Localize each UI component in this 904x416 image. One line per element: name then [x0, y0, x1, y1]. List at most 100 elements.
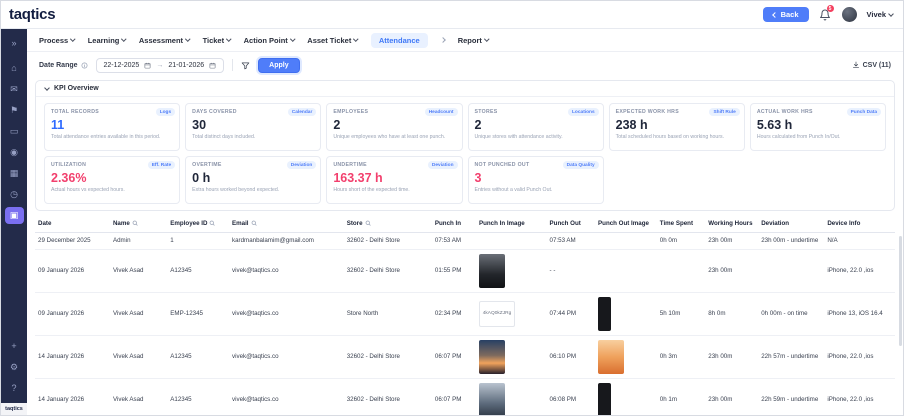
sidebar-add-icon[interactable]: +: [5, 338, 24, 355]
cell-working-hours: 23h 00m: [705, 336, 758, 379]
sidebar-expand-icon[interactable]: »: [5, 35, 24, 52]
sidebar-item-messages[interactable]: ✉: [5, 81, 24, 98]
search-icon[interactable]: [132, 220, 138, 226]
export-csv-button[interactable]: CSV (11): [852, 61, 891, 69]
kpi-grid: TOTAL RECORDS Logs 11 Total attendance e…: [36, 97, 894, 210]
col-header-punch-out: Punch Out: [547, 215, 596, 233]
cell-employee-id: 1: [167, 233, 229, 250]
chevron-down-icon: [484, 37, 489, 42]
nav-item-learning[interactable]: Learning: [88, 36, 126, 45]
kpi-value: 11: [51, 118, 173, 132]
divider: [232, 59, 233, 71]
date-range-label: Date Range: [39, 62, 88, 69]
apply-button[interactable]: Apply: [258, 58, 299, 73]
cell-time-spent: 0h 0m: [657, 233, 706, 250]
kpi-card-utilization: UTILIZATION Eff. Rate 2.36% Actual hours…: [44, 156, 180, 204]
cell-device-info: iPhone, 22.0 ,ios: [824, 336, 895, 379]
user-menu[interactable]: Vivek: [867, 10, 893, 19]
punch-out-photo[interactable]: [598, 383, 611, 415]
sidebar-item-attendance[interactable]: ▣: [5, 207, 24, 224]
sidebar-item-history[interactable]: ◷: [5, 186, 24, 203]
cell-name: Admin: [110, 233, 167, 250]
cell-working-hours: 23h 00m: [705, 379, 758, 415]
date-to-input[interactable]: 21-01-2026: [168, 62, 204, 69]
col-header-email: Email: [229, 215, 344, 233]
punch-out-photo[interactable]: [598, 340, 624, 374]
kpi-overview-toggle[interactable]: KPI Overview: [36, 81, 894, 97]
cell-store: 32602 - Delhi Store: [344, 233, 432, 250]
nav-item-process[interactable]: Process: [39, 36, 75, 45]
kpi-badge: Locations: [568, 108, 599, 116]
attendance-table: Date Name Employee ID Email Store Punch …: [27, 215, 903, 415]
sidebar-item-home[interactable]: ⌂: [5, 60, 24, 77]
notification-bell-icon[interactable]: 5: [819, 8, 832, 21]
punch-in-photo[interactable]: [479, 383, 505, 415]
cell-deviation: [758, 250, 824, 293]
cell-punch-in: 07:53 AM: [432, 233, 476, 250]
sidebar-brand: taqtics: [1, 403, 27, 415]
table-row: 14 January 2026 Vivek Asad A12345 vivek@…: [35, 379, 895, 415]
nav-item-ticket[interactable]: Ticket: [203, 36, 231, 45]
cell-store: Store North: [344, 293, 432, 336]
cell-store: 32602 - Delhi Store: [344, 336, 432, 379]
back-button[interactable]: Back: [763, 7, 809, 22]
cell-working-hours: 23h 00m: [705, 250, 758, 293]
notification-badge: 5: [827, 5, 834, 12]
col-header-name: Name: [110, 215, 167, 233]
punch-out-photo[interactable]: [598, 297, 611, 331]
col-header-store: Store: [344, 215, 432, 233]
nav-item-asset-ticket[interactable]: Asset Ticket: [307, 36, 358, 45]
cell-deviation: 22h 57m - undertime: [758, 336, 824, 379]
cell-date: 14 January 2026: [35, 379, 110, 415]
kpi-value: 30: [192, 118, 314, 132]
kpi-card-total-records: TOTAL RECORDS Logs 11 Total attendance e…: [44, 103, 180, 151]
punch-in-photo[interactable]: [479, 254, 505, 288]
search-icon[interactable]: [209, 220, 215, 226]
chevron-down-icon: [226, 37, 231, 42]
sidebar-help-icon[interactable]: ?: [5, 380, 24, 397]
main-content: Process Learning Assessment Ticket Actio…: [27, 29, 903, 415]
filter-funnel-icon[interactable]: [241, 61, 250, 70]
broken-image-label: 4kAQ0kZJRg: [482, 310, 513, 318]
kpi-value: 2: [475, 118, 597, 132]
kpi-card-undertime: UNDERTIME Deviation 163.37 h Hours short…: [326, 156, 462, 204]
cell-punch-out-image: [595, 336, 657, 379]
nav-item-action-point[interactable]: Action Point: [244, 36, 295, 45]
table-row: 09 January 2026 Vivek Asad EMP-12345 viv…: [35, 293, 895, 336]
sidebar-item-monitor[interactable]: ▭: [5, 123, 24, 140]
sidebar-item-apps[interactable]: ▦: [5, 165, 24, 182]
sidebar-item-camera[interactable]: ◉: [5, 144, 24, 161]
sidebar-settings-icon[interactable]: ⚙: [5, 359, 24, 376]
nav-item-report[interactable]: Report: [458, 36, 489, 45]
vertical-scrollbar[interactable]: [899, 236, 902, 346]
nav-item-assessment[interactable]: Assessment: [139, 36, 190, 45]
kpi-badge: Eff. Rate: [148, 161, 175, 169]
cell-date: 14 January 2026: [35, 336, 110, 379]
nav-item-attendance[interactable]: Attendance: [371, 33, 428, 48]
cell-punch-in-image: 4kAQ0kZJRg: [476, 293, 547, 336]
kpi-badge: Deviation: [428, 161, 458, 169]
cell-time-spent: 0h 3m: [657, 336, 706, 379]
search-icon[interactable]: [251, 220, 257, 226]
cell-employee-id: A12345: [167, 336, 229, 379]
cell-employee-id: A12345: [167, 379, 229, 415]
kpi-badge: Punch Data: [847, 108, 881, 116]
col-header-punch-in: Punch In: [432, 215, 476, 233]
module-nav: Process Learning Assessment Ticket Actio…: [27, 29, 903, 52]
kpi-value: 238 h: [616, 118, 738, 132]
cell-name: Vivek Asad: [110, 336, 167, 379]
cell-punch-in-image: [476, 233, 547, 250]
avatar[interactable]: [842, 7, 857, 22]
kpi-card-not-punched-out: NOT PUNCHED OUT Data Quality 3 Entries w…: [468, 156, 604, 204]
calendar-icon: [209, 62, 216, 69]
sidebar-item-flag[interactable]: ⚑: [5, 102, 24, 119]
search-icon[interactable]: [365, 220, 371, 226]
date-range-picker[interactable]: 22-12-2025 21-01-2026: [96, 58, 225, 73]
punch-in-photo[interactable]: 4kAQ0kZJRg: [479, 301, 515, 327]
kpi-value: 5.63 h: [757, 118, 879, 132]
date-from-input[interactable]: 22-12-2025: [104, 62, 140, 69]
kpi-value: 3: [475, 171, 597, 185]
cell-date: 09 January 2026: [35, 293, 110, 336]
cell-name: Vivek Asad: [110, 293, 167, 336]
punch-in-photo[interactable]: [479, 340, 505, 374]
